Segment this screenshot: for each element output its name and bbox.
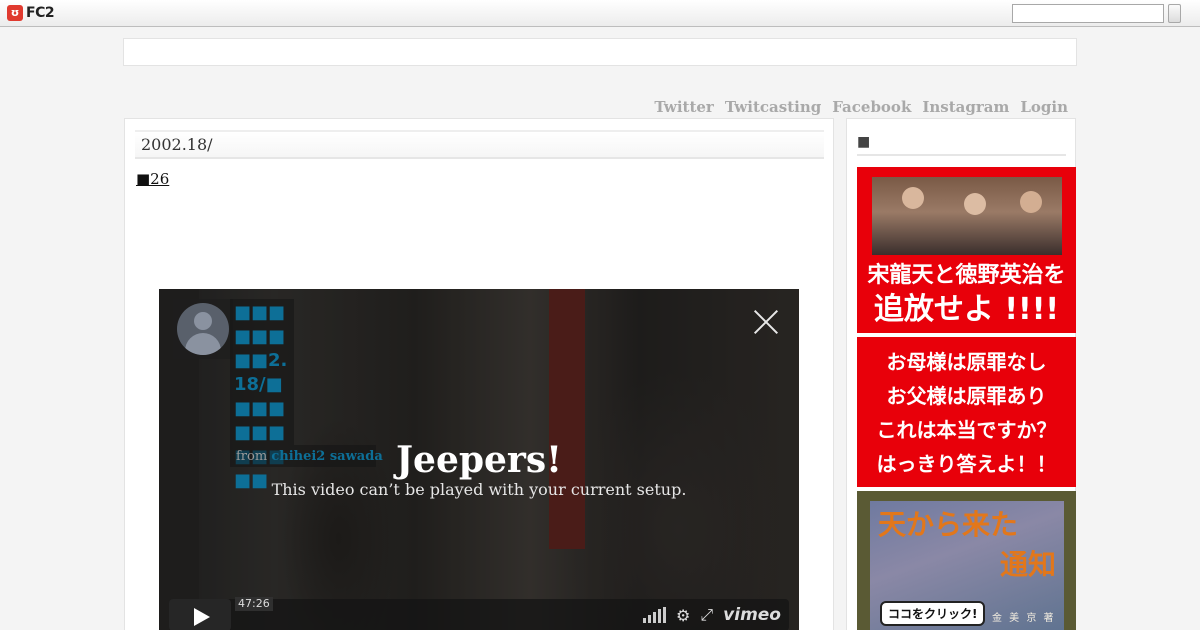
ad-1-line-1: 宋龍天と徳野英治を: [867, 263, 1066, 288]
post-title: 2002.18/: [135, 130, 824, 159]
ad-3-author: 金 美 京 著: [992, 613, 1056, 624]
volume-icon[interactable]: [643, 607, 666, 623]
nav-link-instagram[interactable]: Instagram: [922, 98, 1009, 116]
ad-3-click-button[interactable]: ココをクリック!: [880, 601, 986, 626]
fc2-logo-icon: ʊ: [7, 5, 23, 21]
ad-2-line-2: お父様は原罪あり: [886, 384, 1047, 408]
ad-1-line-2: 追放せよ !!!!: [873, 292, 1060, 327]
sidebar-ad-1[interactable]: 宋龍天と徳野英治を 追放せよ !!!!: [857, 167, 1076, 333]
fc2-search-button[interactable]: [1168, 4, 1181, 23]
blog-banner: [123, 38, 1077, 66]
nav-link-twitcasting[interactable]: Twitcasting: [725, 98, 821, 116]
error-heading: Jeepers!: [396, 439, 562, 481]
post-link[interactable]: ■26: [136, 170, 169, 188]
sidebar-ad-2[interactable]: お母様は原罪なし お父様は原罪あり これは本当ですか？ はっきり答えよ！！: [857, 337, 1076, 487]
timecode: 47:26: [235, 597, 273, 611]
nav-link-twitter[interactable]: Twitter: [654, 98, 713, 116]
ad-2-line-3: これは本当ですか？: [876, 418, 1057, 442]
fc2-search-input[interactable]: [1012, 4, 1164, 23]
sidebar-heading: ■: [857, 134, 1066, 156]
fc2-header-bar: ʊ FC2: [0, 0, 1200, 27]
ad-3-title-2: 通知: [999, 548, 1056, 581]
sidebar-ad-3[interactable]: 天から来た 通知 ココをクリック! 金 美 京 著: [857, 491, 1076, 630]
ad-1-text: 宋龍天と徳野英治を 追放せよ !!!!: [857, 259, 1076, 327]
avatar-icon: [177, 303, 229, 355]
vimeo-logo[interactable]: vimeo: [723, 605, 781, 625]
video-controls-right: ⚙ ⤢ vimeo: [643, 605, 781, 625]
close-icon[interactable]: [753, 309, 779, 335]
error-message: This video can’t be played with your cur…: [271, 480, 687, 499]
fullscreen-icon[interactable]: ⤢: [700, 605, 713, 625]
nav-link-facebook[interactable]: Facebook: [832, 98, 911, 116]
ad-2-line-4: はっきり答えよ！！: [876, 452, 1057, 476]
top-nav: Twitter Twitcasting Facebook Instagram L…: [654, 98, 1068, 116]
play-icon[interactable]: [169, 599, 231, 630]
ad-3-cover: 天から来た 通知 ココをクリック! 金 美 京 著: [870, 501, 1064, 630]
sidebar: ■ 宋龍天と徳野英治を 追放せよ !!!! お母様は原罪なし お父様は原罪あり …: [846, 118, 1076, 630]
ad-photo: [872, 177, 1062, 255]
ad-2-line-1: お母様は原罪なし: [886, 350, 1047, 374]
fc2-logo[interactable]: ʊ FC2: [7, 5, 55, 21]
video-player[interactable]: ■■■■■■■■2.18/■■■■■■■■■■■■ from chihei2 s…: [159, 289, 799, 630]
ad-2-text: お母様は原罪なし お父様は原罪あり これは本当ですか？ はっきり答えよ！！: [857, 345, 1076, 481]
gear-icon[interactable]: ⚙: [676, 606, 690, 625]
ad-3-title-1: 天から来た: [878, 508, 1019, 541]
nav-link-login[interactable]: Login: [1020, 98, 1068, 116]
fc2-logo-text: FC2: [26, 5, 55, 21]
video-author-avatar[interactable]: [173, 299, 233, 359]
